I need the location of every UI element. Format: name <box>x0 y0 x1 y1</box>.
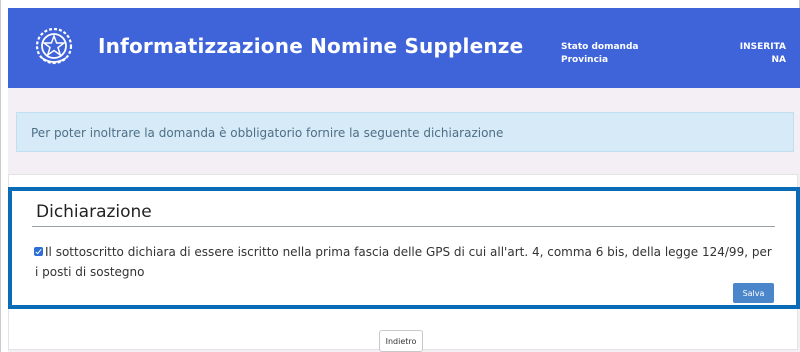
stato-domanda-value: INSERITA <box>739 42 786 52</box>
page-header: Informatizzazione Nomine Supplenze Stato… <box>8 8 800 88</box>
provincia-label: Provincia <box>561 55 609 65</box>
provincia-value: NA <box>771 55 787 65</box>
stato-domanda-label: Stato domanda <box>561 42 639 52</box>
info-alert: Per poter inoltrare la domanda è obbliga… <box>16 112 794 152</box>
declaration-title: Dichiarazione <box>36 202 152 222</box>
italian-republic-emblem-icon <box>34 24 74 68</box>
save-button[interactable]: Salva <box>733 283 774 303</box>
status-values: INSERITA NA <box>740 41 786 67</box>
status-labels: Stato domanda Provincia <box>561 41 638 67</box>
app-title: Informatizzazione Nomine Supplenze <box>98 34 524 58</box>
section-divider <box>32 226 775 227</box>
back-button[interactable]: Indietro <box>379 330 423 352</box>
declaration-text: Il sottoscritto dichiara di essere iscri… <box>35 245 772 279</box>
